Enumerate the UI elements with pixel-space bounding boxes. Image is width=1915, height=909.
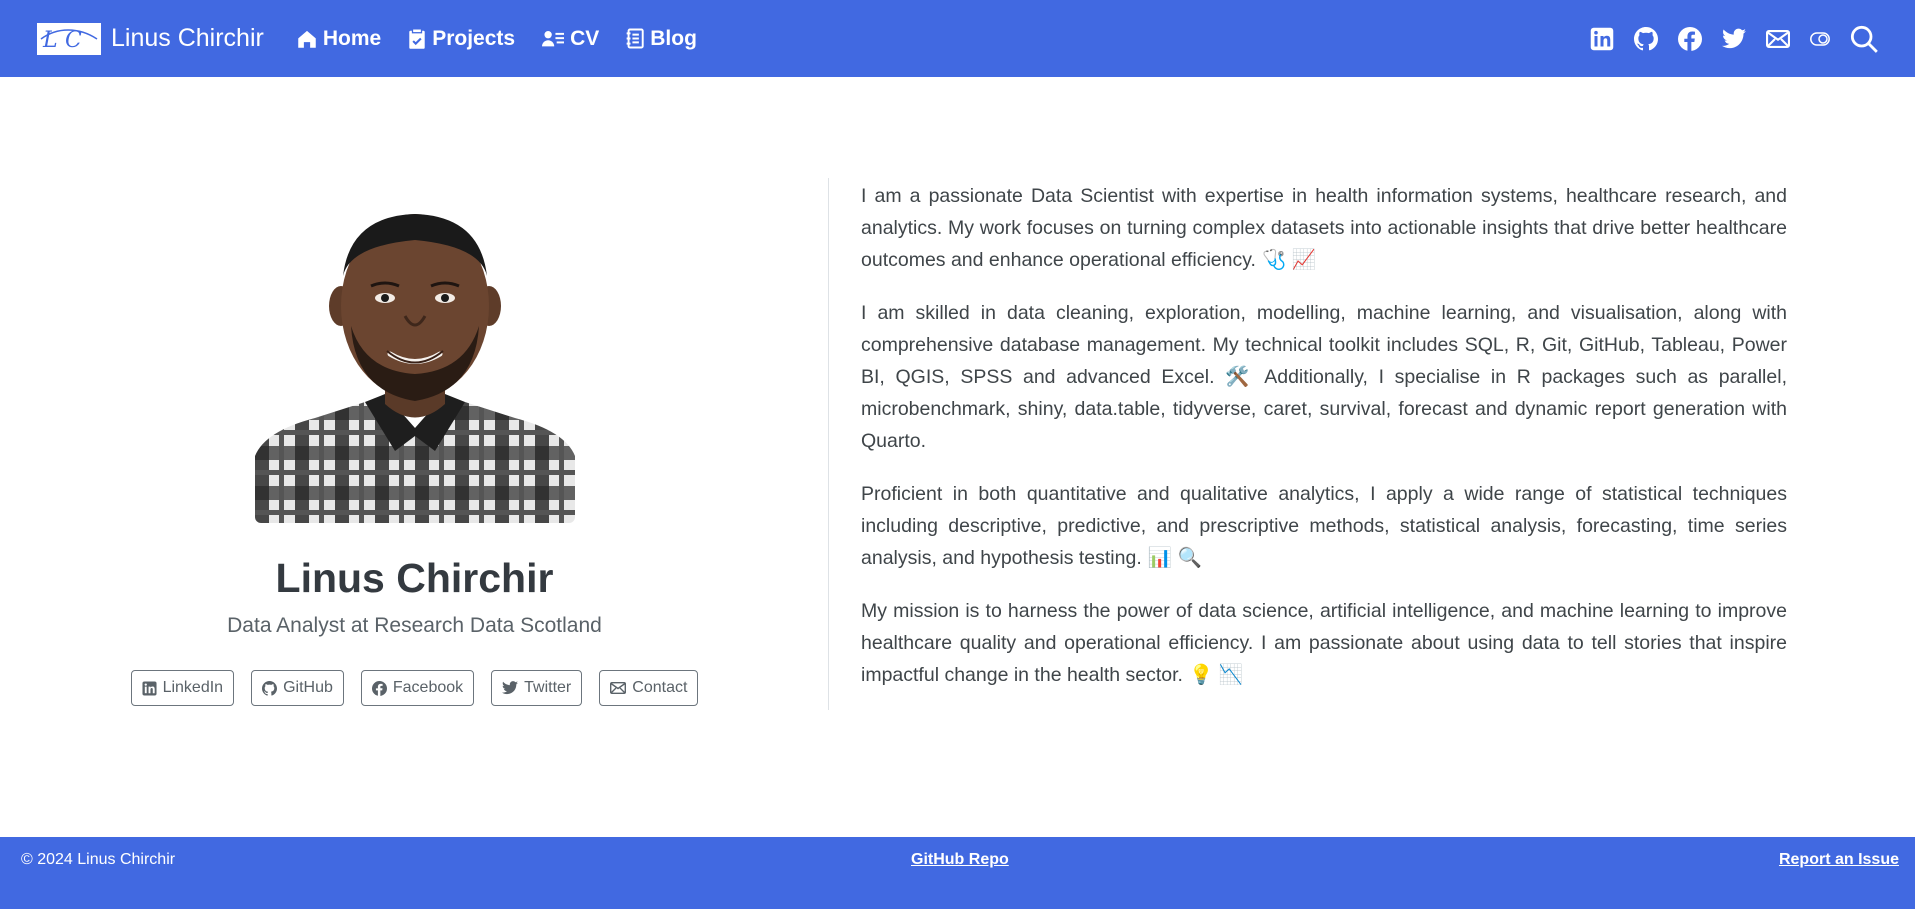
github-button-label: GitHub (283, 679, 333, 696)
bio-paragraph: I am skilled in data cleaning, explorati… (861, 297, 1787, 457)
twitter-icon (502, 681, 519, 695)
bio-emoji: 📊 🔍 (1147, 547, 1202, 569)
column-divider (828, 178, 829, 710)
toggle-icon[interactable] (1810, 31, 1830, 46)
contact-button-label: Contact (632, 679, 688, 696)
facebook-icon[interactable] (1678, 26, 1702, 51)
linkedin-button-label: LinkedIn (162, 679, 224, 696)
github-icon[interactable] (1634, 26, 1658, 51)
bio-paragraph: Proficient in both quantitative and qual… (861, 478, 1787, 574)
profile-column: Linus Chirchir Data Analyst at Research … (0, 180, 829, 706)
github-repo-link[interactable]: GitHub Repo (911, 851, 1009, 869)
bio-section: I am a passionate Data Scientist with ex… (861, 180, 1787, 712)
nav-link-label: Home (322, 26, 382, 50)
github-icon (262, 680, 278, 696)
report-issue-link[interactable]: Report an Issue (1779, 851, 1899, 869)
nav-link-blog[interactable]: Blog (626, 27, 697, 51)
twitter-button-label: Twitter (524, 679, 572, 696)
twitter-icon[interactable] (1722, 28, 1746, 50)
nav-link-label: Blog (650, 26, 697, 50)
footer: © 2024 Linus Chirchir GitHub Repo Report… (0, 837, 1915, 909)
linkedin-icon[interactable] (1590, 27, 1614, 51)
bio-emoji: 🩺 📈 (1261, 249, 1316, 271)
contact-button[interactable]: Contact (599, 670, 699, 706)
profile-photo (254, 206, 575, 523)
nav-link-label: CV (570, 26, 600, 50)
brand-title: Linus Chirchir (111, 24, 264, 52)
person-lines-icon (542, 29, 565, 49)
clipboard-icon (408, 28, 426, 49)
bio-emoji: 💡 📉 (1188, 664, 1243, 686)
footer-copyright: © 2024 Linus Chirchir (21, 851, 176, 868)
bio-paragraph-text: My mission is to harness the power of da… (861, 600, 1787, 686)
facebook-icon (371, 680, 387, 696)
envelope-icon[interactable] (1766, 29, 1790, 49)
journal-icon (626, 28, 644, 49)
profile-name: Linus Chirchir (275, 555, 554, 601)
bio-paragraph: I am a passionate Data Scientist with ex… (861, 180, 1787, 276)
social-buttons: LinkedIn GitHub Facebook Twitter Contact (122, 670, 707, 706)
nav-link-label: Projects (432, 26, 516, 50)
linkedin-button[interactable]: LinkedIn (130, 670, 235, 706)
lc-monogram-logo-icon: L C (37, 22, 101, 55)
envelope-icon (610, 682, 627, 694)
twitter-button[interactable]: Twitter (491, 670, 583, 706)
nav-link-cv[interactable]: CV (542, 27, 599, 51)
nav-link-home[interactable]: Home (297, 27, 381, 51)
house-icon (297, 29, 317, 49)
bio-paragraph: My mission is to harness the power of da… (861, 595, 1787, 691)
github-button[interactable]: GitHub (251, 670, 344, 706)
brand-link[interactable]: L C Linus Chirchir (37, 22, 264, 55)
linkedin-icon (142, 680, 157, 696)
nav-links: Home Projects CV Blog (297, 27, 724, 51)
bio-paragraph-text: Proficient in both quantitative and qual… (861, 483, 1787, 569)
facebook-button-label: Facebook (392, 679, 464, 696)
navbar: L C Linus Chirchir Home Projects CV Blog (0, 0, 1915, 77)
bio-paragraph-text: I am skilled in data cleaning, explorati… (861, 302, 1787, 452)
facebook-button[interactable]: Facebook (360, 670, 475, 706)
bio-paragraph-text: I am a passionate Data Scientist with ex… (861, 185, 1787, 271)
search-icon[interactable] (1850, 25, 1878, 53)
nav-link-projects[interactable]: Projects (408, 27, 515, 51)
profile-subtitle: Data Analyst at Research Data Scotland (227, 614, 602, 637)
nav-social-icons (1570, 25, 1878, 53)
